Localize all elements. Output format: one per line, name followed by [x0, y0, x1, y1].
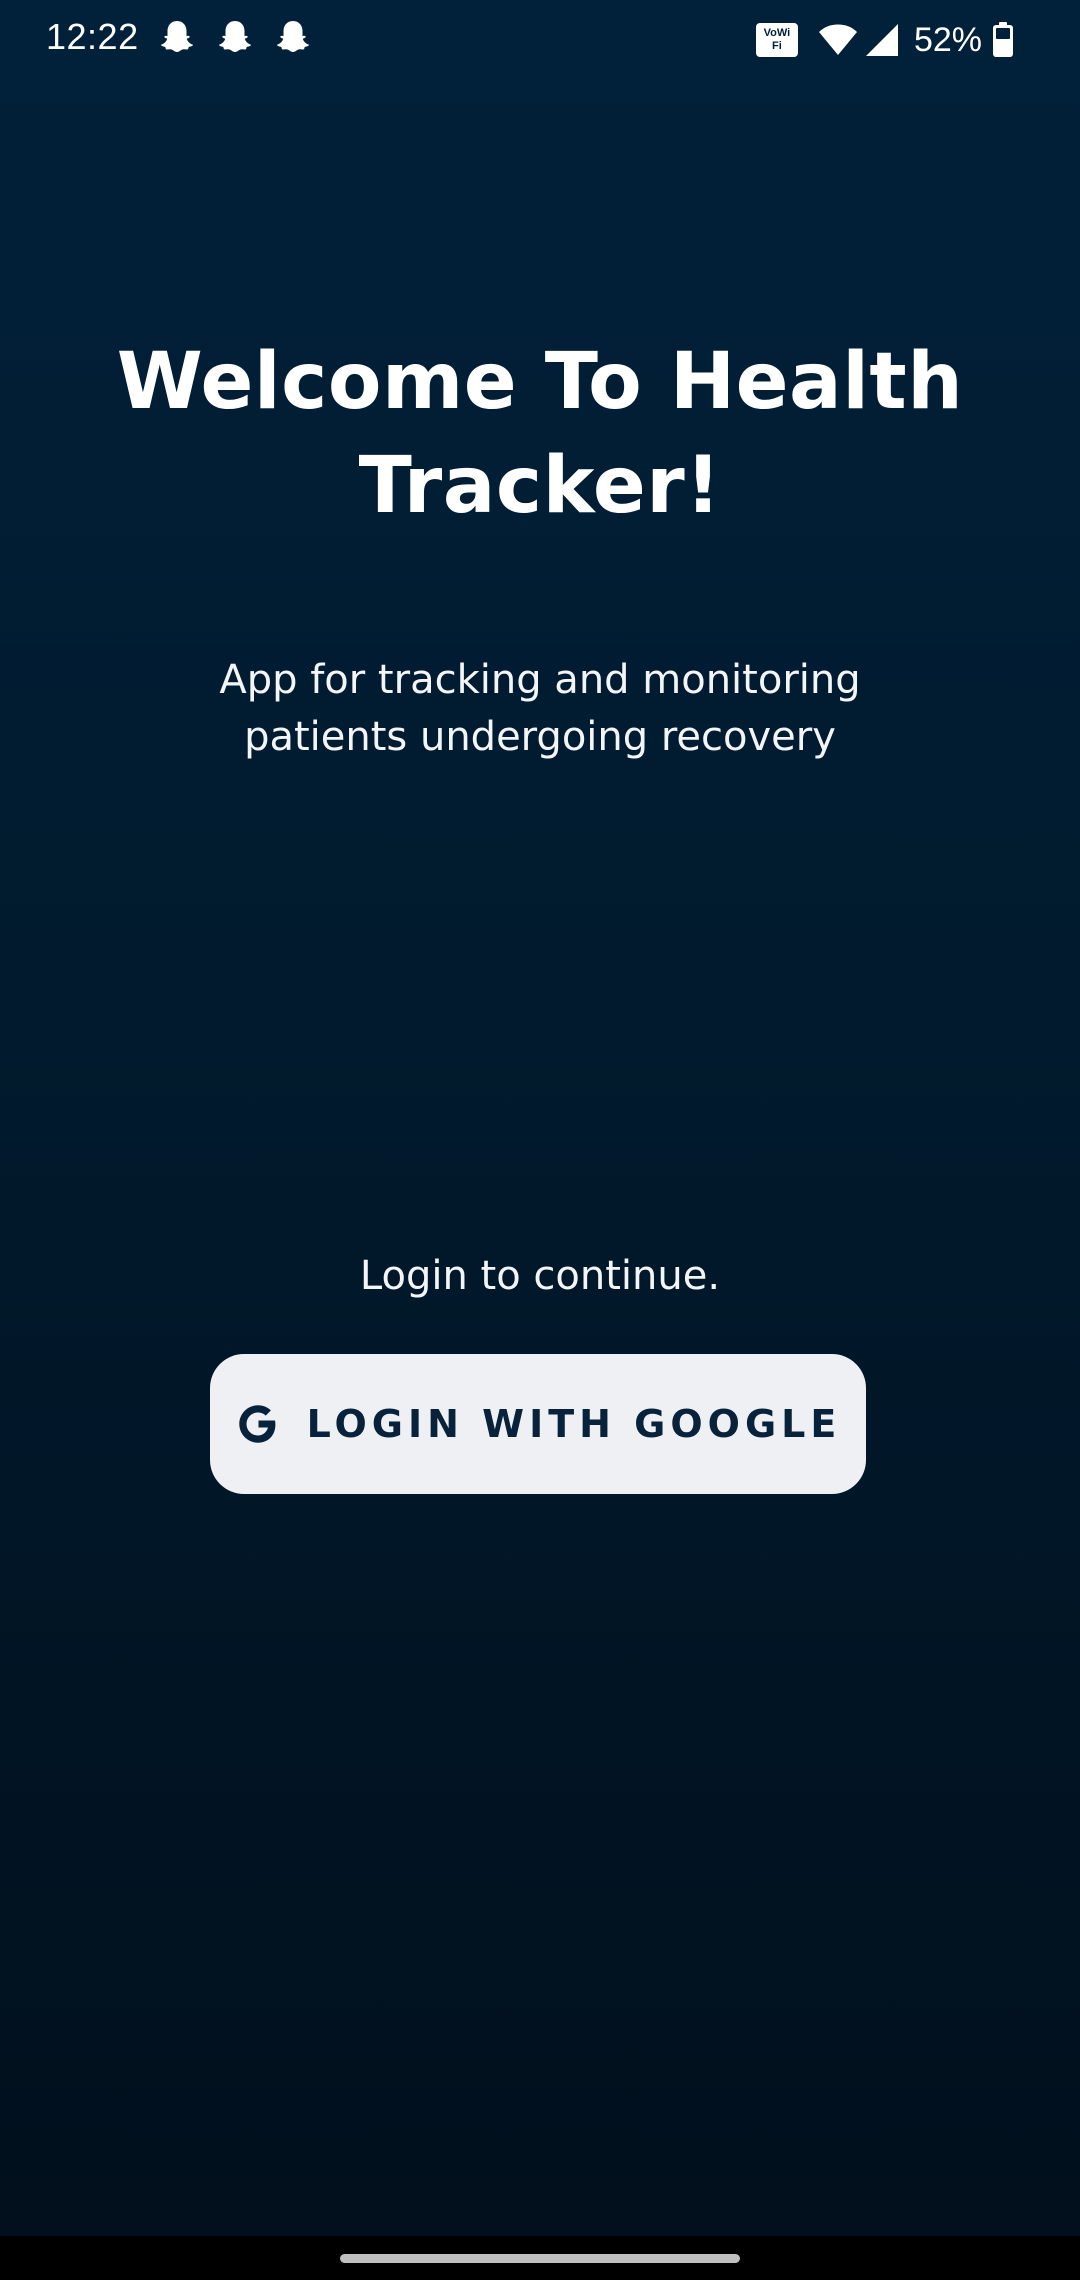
login-prompt: Login to continue. [359, 1253, 721, 1299]
vowifi-icon: VoWiFi [755, 23, 798, 57]
login-screen: 12:22 VoWiFi 52% Welcome To Health Track… [0, 0, 1080, 2280]
signal-strength-icon [865, 24, 898, 56]
snapchat-icon [219, 21, 251, 52]
system-status-icons: VoWiFi 52% [755, 16, 1014, 64]
snapchat-icon [277, 21, 309, 52]
vowifi-label: VoWiFi [763, 27, 791, 52]
google-icon [238, 1405, 276, 1443]
wifi-icon [818, 24, 857, 55]
login-with-google-button[interactable]: LOGIN WITH GOOGLE [210, 1354, 866, 1494]
status-time: 12:22 [46, 16, 139, 57]
battery-percent: 52% [913, 20, 982, 59]
app-description: App for tracking and monitoring patients… [219, 657, 861, 760]
navigation-bar [0, 2236, 1080, 2280]
home-gesture-indicator[interactable] [340, 2254, 740, 2263]
battery-icon [993, 22, 1013, 57]
login-button-label: LOGIN WITH GOOGLE [306, 1402, 842, 1446]
page-title: Welcome To Health Tracker! [116, 337, 964, 531]
snapchat-icon [161, 21, 193, 52]
notification-icons [158, 18, 312, 58]
status-bar: 12:22 VoWiFi 52% [0, 0, 1080, 80]
